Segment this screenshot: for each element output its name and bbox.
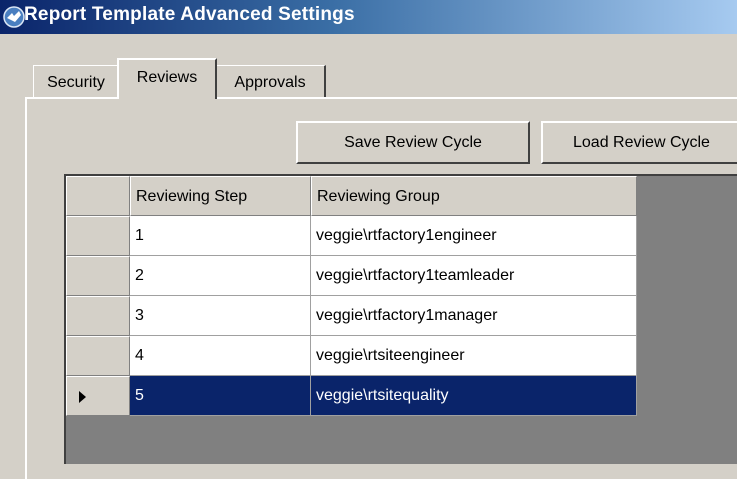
tab-approvals[interactable]: Approvals bbox=[216, 65, 326, 98]
row-pointer-icon bbox=[79, 391, 86, 403]
row-header[interactable] bbox=[66, 336, 130, 376]
title-bar[interactable]: Report Template Advanced Settings bbox=[0, 0, 737, 34]
app-icon bbox=[3, 6, 25, 28]
group-cell[interactable]: veggie\rtfactory1teamleader bbox=[311, 256, 637, 296]
column-header-reviewing-step[interactable]: Reviewing Step bbox=[130, 176, 311, 216]
column-header-reviewing-group[interactable]: Reviewing Group bbox=[311, 176, 637, 216]
group-cell[interactable]: veggie\rtsitequality bbox=[311, 376, 637, 416]
save-review-cycle-button[interactable]: Save Review Cycle bbox=[296, 121, 530, 164]
row-header[interactable] bbox=[66, 376, 130, 416]
row-header[interactable] bbox=[66, 216, 130, 256]
review-steps-grid: Reviewing Step Reviewing Group 1 veggie\… bbox=[64, 174, 737, 464]
advanced-settings-window: Report Template Advanced Settings Securi… bbox=[0, 0, 737, 479]
group-cell[interactable]: veggie\rtsiteengineer bbox=[311, 336, 637, 376]
tab-reviews[interactable]: Reviews bbox=[117, 58, 217, 99]
grid-corner-cell[interactable] bbox=[66, 176, 130, 216]
row-header[interactable] bbox=[66, 256, 130, 296]
step-cell[interactable]: 4 bbox=[130, 336, 311, 376]
row-header[interactable] bbox=[66, 296, 130, 336]
load-review-cycle-button[interactable]: Load Review Cycle bbox=[541, 121, 737, 164]
window-title: Report Template Advanced Settings bbox=[24, 4, 355, 25]
step-cell[interactable]: 2 bbox=[130, 256, 311, 296]
group-cell[interactable]: veggie\rtfactory1engineer bbox=[311, 216, 637, 256]
tab-security[interactable]: Security bbox=[33, 65, 118, 98]
group-cell[interactable]: veggie\rtfactory1manager bbox=[311, 296, 637, 336]
step-cell[interactable]: 3 bbox=[130, 296, 311, 336]
step-cell[interactable]: 1 bbox=[130, 216, 311, 256]
step-cell[interactable]: 5 bbox=[130, 376, 311, 416]
